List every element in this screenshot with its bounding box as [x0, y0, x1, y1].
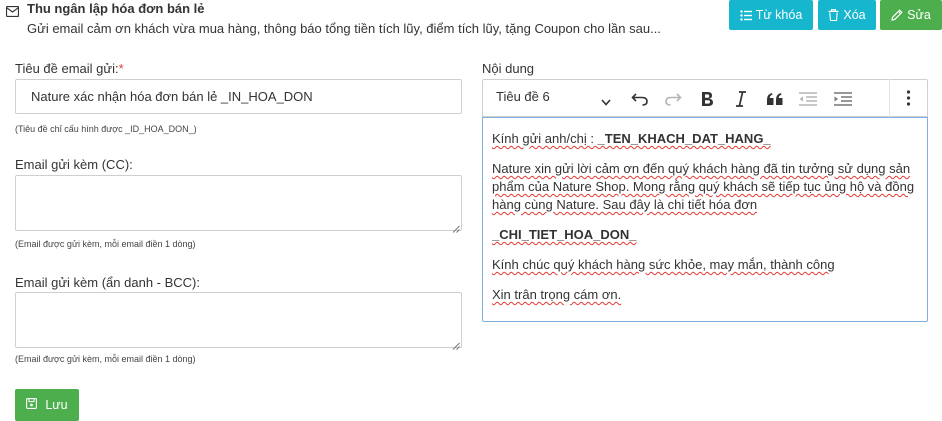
save-button-label: Lưu: [45, 398, 68, 412]
thanks-text: Nature xin gửi lời cảm ơn đến quý khách …: [492, 161, 915, 212]
bold-icon[interactable]: [697, 89, 717, 109]
editor-content[interactable]: Kính gửi anh/chị : _TEN_KHACH_DAT_HANG_ …: [482, 117, 928, 322]
italic-icon[interactable]: [731, 89, 751, 109]
customer-name-tag: _TEN_KHACH_DAT_HANG_: [597, 131, 771, 146]
pencil-icon: [891, 9, 903, 21]
edit-button[interactable]: Sửa: [880, 0, 942, 30]
more-options-button[interactable]: [889, 79, 928, 117]
wishes-text: Kính chúc quý khách hàng sức khỏe, may m…: [492, 257, 835, 272]
heading-dropdown[interactable]: Tiêu đề 6: [496, 89, 550, 104]
page-title: Thu ngân lập hóa đơn bán lẻ: [27, 1, 205, 16]
closing-text: Xin trân trọng cám ơn.: [492, 287, 622, 302]
chevron-down-icon[interactable]: [601, 94, 611, 109]
save-button[interactable]: Lưu: [15, 389, 79, 421]
edit-button-label: Sửa: [907, 8, 931, 22]
wishes-line: Kính chúc quý khách hàng sức khỏe, may m…: [492, 256, 918, 274]
quote-icon[interactable]: [765, 89, 785, 109]
bcc-textarea[interactable]: [15, 292, 462, 350]
floppy-disk-icon: [26, 398, 38, 412]
indent-icon[interactable]: [833, 89, 853, 109]
trash-icon: [828, 9, 839, 21]
outdent-icon[interactable]: [798, 89, 818, 109]
greeting-line: Kính gửi anh/chị : _TEN_KHACH_DAT_HANG_: [492, 130, 918, 148]
subject-label: Tiêu đề email gửi:*: [15, 61, 124, 76]
greeting-prefix: Kính gửi anh/chị :: [492, 131, 598, 146]
page-description: Gửi email cảm ơn khách vừa mua hàng, thô…: [27, 21, 661, 36]
undo-icon[interactable]: [630, 89, 650, 109]
invoice-line: _CHI_TIET_HOA_DON_: [492, 226, 918, 244]
invoice-detail-tag: _CHI_TIET_HOA_DON_: [492, 227, 637, 242]
resize-grip-icon[interactable]: [452, 221, 460, 233]
redo-icon[interactable]: [663, 89, 683, 109]
list-icon: [740, 9, 752, 21]
resize-grip-icon[interactable]: [452, 338, 460, 350]
email-check-icon: [5, 5, 20, 18]
keywords-button[interactable]: Từ khóa: [729, 0, 813, 30]
cc-hint: (Email được gửi kèm, mỗi email điền 1 dò…: [15, 239, 196, 249]
thanks-paragraph: Nature xin gửi lời cảm ơn đến quý khách …: [492, 160, 918, 214]
bcc-hint: (Email được gửi kèm, mỗi email điền 1 dò…: [15, 354, 196, 364]
subject-input[interactable]: [15, 79, 462, 114]
content-label: Nội dung: [482, 61, 535, 76]
subject-hint: (Tiêu đề chỉ cấu hình được _ID_HOA_DON_): [15, 124, 197, 134]
cc-textarea[interactable]: [15, 175, 462, 233]
delete-button[interactable]: Xóa: [818, 0, 876, 30]
bcc-label: Email gửi kèm (ẩn danh - BCC):: [15, 275, 200, 290]
keywords-button-label: Từ khóa: [755, 8, 803, 22]
delete-button-label: Xóa: [843, 8, 866, 22]
editor-toolbar: Tiêu đề 6: [482, 79, 928, 117]
required-mark: *: [118, 61, 124, 76]
subject-label-text: Tiêu đề email gửi:: [15, 61, 119, 76]
closing-line: Xin trân trọng cám ơn.: [492, 286, 918, 304]
more-vertical-icon: [906, 90, 911, 109]
cc-label: Email gửi kèm (CC):: [15, 157, 133, 172]
